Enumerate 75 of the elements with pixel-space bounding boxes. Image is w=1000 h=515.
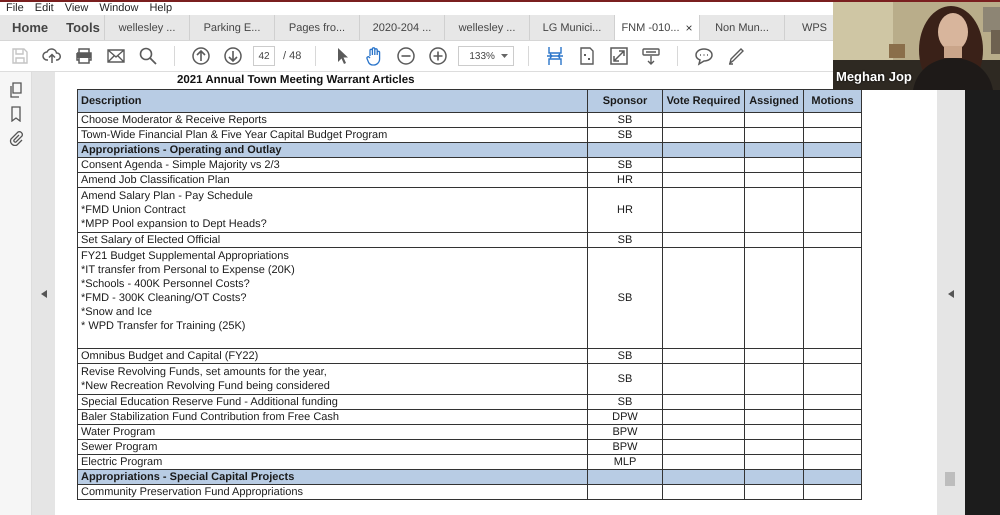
zoom-in-icon[interactable] — [428, 46, 448, 66]
printer-icon[interactable] — [74, 46, 94, 66]
caret-down-icon — [501, 54, 508, 58]
document-tab[interactable]: wellesley ... — [105, 15, 190, 40]
expand-icon[interactable] — [609, 46, 630, 66]
scrollbar-thumb[interactable] — [945, 472, 955, 486]
search-icon[interactable] — [138, 46, 158, 66]
document-title: 2021 Annual Town Meeting Warrant Articles — [177, 73, 414, 88]
table-cell: Amend Salary Plan - Pay Schedule *FMD Union Contract *MPP Pool expansion to Dept Heads? — [81, 189, 267, 231]
participant-name: Meghan Jop — [836, 69, 912, 84]
fit-page-icon[interactable] — [545, 46, 566, 66]
down-arrow-circle-icon[interactable] — [223, 46, 243, 66]
paperclip-icon[interactable] — [8, 130, 24, 146]
table-cell: Baler Stabilization Fund Contribution from Free Cash — [81, 410, 340, 424]
menu-item[interactable]: View — [64, 2, 88, 15]
zoom-dropdown[interactable]: 133% — [458, 46, 514, 66]
table-cell: SB — [618, 128, 632, 142]
table-cell: Revise Revolving Funds, set amounts for the year, *New Recreation Revolving Fund being considered — [81, 365, 330, 393]
nav-tab[interactable]: Tools — [48, 15, 100, 40]
menu-item[interactable]: Window — [99, 2, 138, 15]
nav-tab[interactable]: Home — [0, 15, 48, 40]
document-tab[interactable]: FNM -010... × — [615, 15, 700, 40]
table-cell: Electric Program — [81, 455, 162, 469]
table-cell: SB — [618, 113, 632, 127]
page-number-field[interactable]: 42 — [253, 46, 275, 66]
document-tab[interactable]: Non Mun... — [700, 15, 785, 40]
table-cell: SB — [618, 233, 632, 247]
column-header: Assigned — [744, 90, 804, 112]
document-tab[interactable]: Pages fro... — [275, 15, 360, 40]
pages-icon[interactable] — [8, 82, 24, 98]
table-cell: Omnibus Budget and Capital (FY22) — [81, 349, 258, 363]
table-cell: Sewer Program — [81, 440, 158, 454]
document-tab[interactable]: wellesley ... — [445, 15, 530, 40]
table-cell: SB — [618, 349, 632, 363]
table-cell: SB — [618, 291, 632, 305]
section-heading: Appropriations - Operating and Outlay — [81, 143, 282, 157]
column-header: Motions — [804, 90, 862, 112]
table-cell: SB — [618, 158, 632, 172]
table-cell: Consent Agenda - Simple Majority vs 2/3 — [81, 158, 280, 172]
scroll-icon[interactable] — [641, 46, 662, 66]
document-tab[interactable]: WPS — [785, 15, 831, 40]
table-cell: Town-Wide Financial Plan & Five Year Capital Budget Program — [81, 128, 388, 142]
table-cell: SB — [618, 372, 632, 386]
menu-item[interactable]: Edit — [34, 2, 54, 15]
close-button[interactable]: × — [686, 20, 693, 34]
column-header: Description — [78, 90, 588, 112]
column-header: Sponsor — [588, 90, 662, 112]
table-cell: Choose Moderator & Receive Reports — [81, 113, 267, 127]
table-cell: MLP — [614, 455, 636, 469]
menu-item[interactable]: File — [6, 2, 24, 15]
document-tab[interactable]: 2020-204 ... — [360, 15, 445, 40]
caret-left-icon[interactable] — [40, 290, 46, 298]
table-cell: Water Program — [81, 425, 156, 439]
menu-item[interactable]: Help — [149, 2, 172, 15]
document-tab[interactable]: Parking E... — [190, 15, 275, 40]
table-cell: HR — [617, 203, 633, 217]
table-cell: HR — [617, 173, 633, 187]
cloud-upload-icon[interactable] — [42, 46, 62, 66]
table-cell: Amend Job Classification Plan — [81, 173, 230, 187]
up-arrow-circle-icon[interactable] — [191, 46, 211, 66]
pen-icon[interactable] — [726, 46, 746, 66]
table-cell: FY21 Budget Supplemental Appropriations *IT transfer from Personal to Expense (20K) *Schools - 400K Personnel Costs? *FMD - 300K Cleaning/OT Costs? *Snow and Ice * WPD Transfer for Training (25K) — [81, 249, 295, 333]
table-cell: DPW — [612, 410, 638, 424]
page-count: / 48 — [283, 50, 302, 62]
table-cell: BPW — [612, 425, 638, 439]
table-cell: SB — [618, 395, 632, 409]
table-cell: Special Education Reserve Fund - Additional funding — [81, 395, 338, 409]
zoom-out-icon[interactable] — [396, 46, 416, 66]
table-cell: BPW — [612, 440, 638, 454]
speech-bubble-icon[interactable] — [694, 46, 714, 66]
column-header: Vote Required — [662, 90, 744, 112]
section-heading: Appropriations - Special Capital Projects — [81, 470, 294, 484]
caret-left-icon[interactable] — [948, 290, 954, 298]
table-cell: Set Salary of Elected Official — [81, 233, 220, 247]
table-cell: Community Preservation Fund Appropriations — [81, 485, 303, 499]
